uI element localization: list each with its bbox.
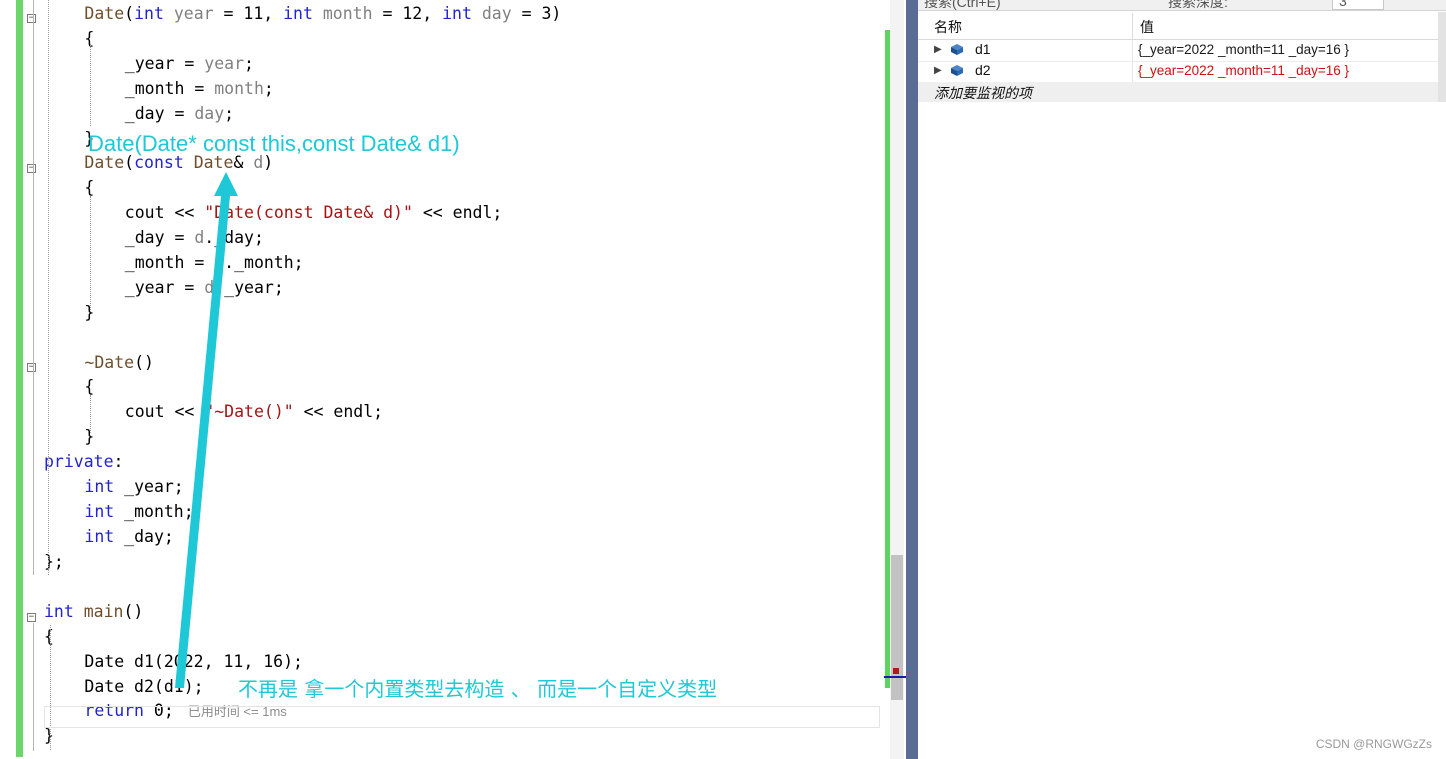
- search-label[interactable]: 搜索(Ctrl+E): [924, 0, 1001, 10]
- add-watch-item[interactable]: 添加要监视的项: [918, 82, 1446, 102]
- column-value-header[interactable]: 值: [1140, 17, 1154, 37]
- column-separator[interactable]: [1132, 13, 1133, 39]
- annotation-arrow: [175, 172, 238, 688]
- struct-icon: [951, 65, 963, 76]
- expand-arrow-icon[interactable]: ▶: [934, 44, 942, 55]
- column-name-header[interactable]: 名称: [934, 17, 962, 37]
- watch-row-value[interactable]: {_year=2022 _month=11 _day=16 }: [1138, 42, 1349, 57]
- search-depth-label: 搜索深度:: [1168, 0, 1228, 10]
- watermark: CSDN @RNGWGzZs: [1315, 737, 1432, 751]
- search-depth-value: 3: [1339, 0, 1347, 9]
- arrow-shaft: [175, 196, 230, 688]
- add-watch-label: 添加要监视的项: [934, 85, 1032, 101]
- watch-scrollbar[interactable]: [1438, 12, 1446, 102]
- watch-column-header: 名称 值: [918, 13, 1446, 40]
- watch-row-value[interactable]: {_year=2022 _month=11 _day=16 }: [1138, 63, 1349, 78]
- struct-icon: [951, 44, 963, 55]
- watch-toolbar: 搜索(Ctrl+E) 搜索深度: 3: [918, 0, 1446, 11]
- row-separator: [1132, 61, 1133, 82]
- panel-splitter[interactable]: [906, 0, 918, 759]
- arrow-head: [214, 172, 238, 196]
- watch-row-d2[interactable]: ▶ d2 {_year=2022 _month=11 _day=16 }: [918, 61, 1446, 83]
- row-separator: [1132, 40, 1133, 61]
- expand-arrow-icon[interactable]: ▶: [934, 65, 942, 76]
- watch-row-name: d2: [975, 62, 991, 78]
- watch-window: 搜索(Ctrl+E) 搜索深度: 3 名称 值 ▶ d1 {_year=2022…: [918, 0, 1446, 759]
- watch-row-name: d1: [975, 41, 991, 57]
- watch-row-d1[interactable]: ▶ d1 {_year=2022 _month=11 _day=16 }: [918, 40, 1446, 62]
- code-editor[interactable]: Date(int year = 11, int month = 12, int …: [0, 0, 906, 759]
- search-depth-field[interactable]: 3: [1332, 0, 1384, 10]
